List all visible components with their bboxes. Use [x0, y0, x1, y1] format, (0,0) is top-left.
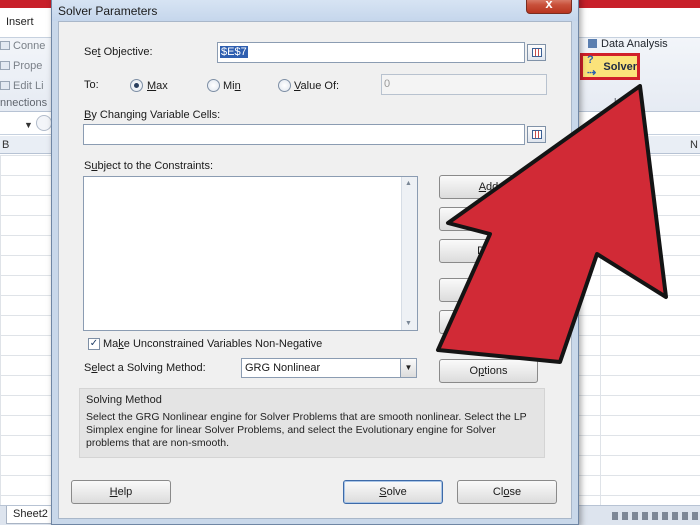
dialog-title: Solver Parameters: [58, 4, 158, 18]
status-bar-view-buttons[interactable]: [612, 512, 700, 520]
constraints-list[interactable]: ▲ ▼: [83, 176, 418, 331]
changing-cells-range-picker-icon[interactable]: [527, 126, 546, 143]
analysis-group-label: lysis: [614, 97, 636, 109]
help-button[interactable]: Help: [71, 480, 171, 504]
solve-button[interactable]: Solve: [343, 480, 443, 504]
solving-method-groupbox: Solving Method Select the GRG Nonlinear …: [79, 388, 545, 458]
objective-range-picker-icon[interactable]: [527, 44, 546, 61]
solving-method-label: Select a Solving Method:: [84, 362, 206, 374]
value-of-radio[interactable]: [278, 79, 291, 92]
max-label[interactable]: Max: [147, 80, 168, 92]
reset-all-button[interactable]: Reset All: [439, 278, 538, 302]
chevron-down-icon[interactable]: ▼: [400, 359, 416, 377]
column-header-b[interactable]: B: [2, 139, 9, 151]
solver-ribbon-button[interactable]: ?⇢ Solver: [580, 53, 640, 80]
ribbon-edit-links-item[interactable]: Edit Li: [0, 80, 44, 92]
edit-links-icon: [0, 81, 10, 90]
close-icon[interactable]: x: [526, 0, 572, 14]
solving-method-description: Select the GRG Nonlinear engine for Solv…: [86, 411, 527, 449]
solver-icon: ?⇢: [587, 54, 597, 79]
change-button[interactable]: Change: [439, 207, 538, 231]
non-negative-label[interactable]: Make Unconstrained Variables Non-Negativ…: [103, 338, 322, 350]
solver-parameters-dialog: Solver Parameters x Set Objective: $E$7 …: [51, 0, 579, 525]
options-button[interactable]: Options: [439, 359, 538, 383]
data-analysis-icon: [588, 39, 597, 48]
changing-cells-label: By Changing Variable Cells:: [84, 109, 221, 121]
min-radio[interactable]: [207, 79, 220, 92]
properties-icon: [0, 61, 10, 70]
ribbon-properties-item[interactable]: Prope: [0, 60, 42, 72]
ribbon-connections-item[interactable]: Conne: [0, 40, 45, 52]
scroll-up-icon[interactable]: ▲: [405, 180, 412, 187]
solving-method-select[interactable]: GRG Nonlinear ▼: [241, 358, 417, 378]
to-label: To:: [84, 79, 99, 91]
solving-method-title: Solving Method: [86, 394, 162, 406]
scroll-down-icon[interactable]: ▼: [405, 320, 412, 327]
ribbon-tab-insert[interactable]: Insert: [6, 16, 34, 28]
load-save-button[interactable]: Load/Save: [439, 310, 538, 334]
non-negative-checkbox[interactable]: ✓: [88, 338, 100, 350]
changing-cells-input[interactable]: [83, 124, 525, 145]
constraints-label: Subject to the Constraints:: [84, 160, 214, 172]
set-objective-input[interactable]: $E$7: [217, 42, 525, 63]
value-of-value: 0: [384, 78, 391, 90]
column-header-n[interactable]: N: [690, 139, 698, 151]
solving-method-value: GRG Nonlinear: [245, 362, 321, 374]
set-objective-label: Set Objective:: [84, 46, 153, 58]
dialog-body: Set Objective: $E$7 To: Max Min Value Of…: [58, 21, 572, 519]
max-radio[interactable]: [130, 79, 143, 92]
value-of-input[interactable]: 0: [381, 74, 547, 95]
close-button[interactable]: Close: [457, 480, 557, 504]
value-of-label[interactable]: Value Of:: [294, 80, 339, 92]
min-label[interactable]: Min: [223, 80, 241, 92]
connections-group-label: nnections: [0, 97, 48, 109]
sheet-tab-sheet2[interactable]: Sheet2: [6, 506, 55, 524]
namebox-dropdown-icon[interactable]: ▼: [24, 120, 33, 130]
constraints-scrollbar[interactable]: ▲ ▼: [401, 177, 417, 330]
set-objective-value: $E$7: [220, 46, 248, 58]
connections-icon: [0, 41, 10, 50]
data-analysis-button[interactable]: Data Analysis: [588, 38, 668, 50]
delete-button[interactable]: Dele: [439, 239, 538, 263]
formula-fx-icon[interactable]: [36, 115, 52, 131]
add-button[interactable]: Add: [439, 175, 538, 199]
